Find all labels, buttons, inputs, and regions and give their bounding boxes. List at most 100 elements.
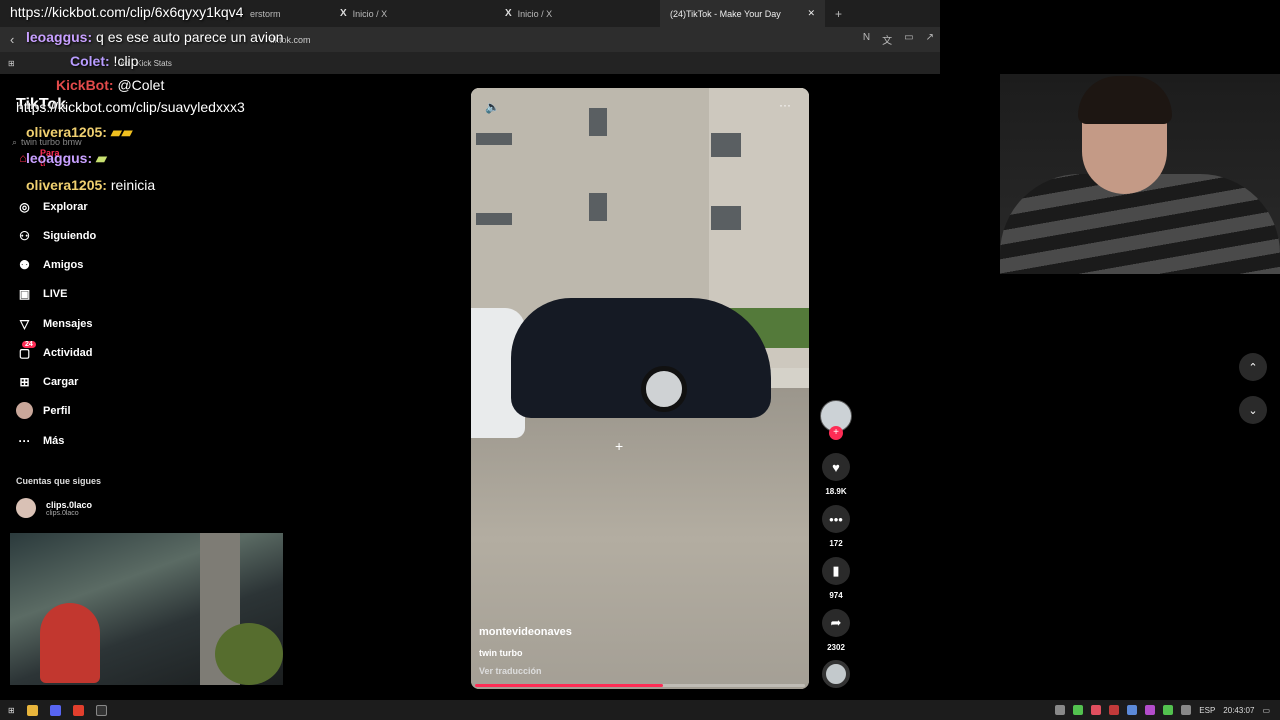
car-emote-icon: ▰▰ xyxy=(106,124,133,140)
chat-line: olivera1205: ▰▰ xyxy=(26,124,133,140)
tray-icon[interactable] xyxy=(1073,705,1084,715)
sidebar-item-explorar[interactable]: ◎ Explorar xyxy=(16,192,87,221)
translate-link[interactable]: Ver traducción xyxy=(479,666,542,676)
video-description: twin turbo xyxy=(479,648,523,658)
system-tray: ESP 20:43:07 ▭ xyxy=(1055,700,1270,720)
sidebar-item-live[interactable]: ▣ LIVE xyxy=(16,279,68,308)
like-count: 18.9K xyxy=(825,487,847,496)
sidebar-item-siguiendo[interactable]: ⚇ Siguiendo xyxy=(16,221,96,250)
sidebar-icon[interactable]: ▭ xyxy=(904,32,913,47)
file-explorer-icon[interactable] xyxy=(26,704,38,716)
browser-tab[interactable]: X Inicio / X xyxy=(330,0,495,27)
notifications-icon[interactable]: ▭ xyxy=(1262,706,1270,715)
x-logo-icon: X xyxy=(505,8,512,19)
person-plus-icon: ⚇ xyxy=(19,228,30,243)
previous-video-button[interactable]: ⌃ xyxy=(1239,353,1267,381)
close-tab-icon[interactable]: ✕ xyxy=(807,8,815,19)
browser-tab-active[interactable]: (24)TikTok - Make Your Day ✕ xyxy=(660,0,825,27)
chat-line: https://kickbot.com/clip/suavyledxxx3 xyxy=(16,99,245,115)
reader-icon[interactable]: Ν xyxy=(863,32,870,47)
video-progress-bar[interactable] xyxy=(475,684,805,687)
like-button[interactable]: ♥ 18.9K xyxy=(820,453,852,496)
search-icon: ⌕ xyxy=(12,136,18,147)
tab-label: Inicio / X xyxy=(517,8,553,19)
music-disc-icon[interactable] xyxy=(822,660,850,688)
screen: erstorm X Inicio / X X Inicio / X (24)Ti… xyxy=(0,0,1280,720)
people-icon: ⚉ xyxy=(19,257,30,272)
chevron-up-icon: ⌃ xyxy=(1248,361,1258,374)
irl-camera-feed xyxy=(10,533,283,685)
video-player[interactable]: 🔈 ··· + montevideonaves twin turbo Ver t… xyxy=(471,88,809,689)
browser-tab[interactable]: X Inicio / X xyxy=(495,0,660,27)
start-icon[interactable]: ⊞ xyxy=(8,706,15,715)
comment-count: 172 xyxy=(829,539,843,548)
translate-icon[interactable]: 文 xyxy=(882,32,892,47)
language-indicator[interactable]: ESP xyxy=(1199,706,1215,715)
chat-line: https://kickbot.com/clip/6x6qyxy1kqv4 xyxy=(10,4,244,20)
sidebar-item-perfil[interactable]: Perfil xyxy=(16,396,71,425)
tab-label: (24)TikTok - Make Your Day xyxy=(670,8,781,19)
tab-label: erstorm xyxy=(250,8,281,19)
video-progress-fill xyxy=(475,684,664,687)
account-name: clips.0laco xyxy=(46,499,93,510)
terminal-icon[interactable] xyxy=(95,704,107,716)
chat-line: Colet: !clip xyxy=(70,53,139,69)
tray-icon[interactable] xyxy=(1109,705,1120,715)
windows-taskbar: ⊞ ESP 20:43:07 ▭ xyxy=(0,700,1280,720)
tray-icon[interactable] xyxy=(1127,705,1138,715)
follow-plus-icon[interactable]: + xyxy=(829,426,843,440)
dots-icon: ··· xyxy=(18,433,31,448)
save-button[interactable]: ▮ 974 xyxy=(820,557,852,600)
chat-line: leoaggus: q es ese auto parece un avion xyxy=(26,29,284,45)
activity-badge: 24 xyxy=(22,341,36,348)
streamer-webcam xyxy=(1000,74,1280,274)
send-icon: ▽ xyxy=(19,316,30,331)
heart-icon: ♥ xyxy=(822,453,850,481)
sidebar-item-amigos[interactable]: ⚉ Amigos xyxy=(16,250,83,279)
account-handle: clips.0laco xyxy=(46,509,79,517)
emote-icon: ▰ xyxy=(92,150,107,166)
toolbar-icons: Ν 文 ▭ ↗ xyxy=(863,32,934,47)
x-logo-icon: X xyxy=(340,8,347,19)
plus-square-icon: ⊞ xyxy=(19,374,30,389)
chat-line: leoaggus: ▰ xyxy=(26,150,107,166)
sidebar-item-mas[interactable]: ··· Más xyxy=(16,426,65,455)
share-arrow-icon: ➦ xyxy=(822,609,850,637)
share-count: 2302 xyxy=(827,643,845,652)
tray-icon[interactable] xyxy=(1145,705,1156,715)
more-options-icon[interactable]: ··· xyxy=(779,98,791,112)
apps-grid-icon[interactable]: ⊞ xyxy=(8,59,15,68)
cursor-crosshair-icon: + xyxy=(615,438,624,454)
car xyxy=(511,298,771,418)
chat-line: olivera1205: reinicia xyxy=(26,177,156,193)
discord-icon[interactable] xyxy=(49,704,61,716)
avatar xyxy=(16,498,36,518)
bookmark-icon: ▮ xyxy=(822,557,850,585)
share-button[interactable]: ➦ 2302 xyxy=(820,609,852,652)
chevron-down-icon: ⌄ xyxy=(1248,404,1258,417)
tray-icon[interactable] xyxy=(1163,705,1174,715)
sidebar-item-mensajes[interactable]: ▽ Mensajes xyxy=(16,309,93,338)
compass-icon: ◎ xyxy=(19,199,30,214)
back-icon[interactable]: ‹ xyxy=(10,32,14,47)
brave-icon[interactable] xyxy=(72,704,84,716)
video-username[interactable]: montevideonaves xyxy=(479,626,572,638)
avatar-icon xyxy=(16,402,33,420)
tray-icon[interactable] xyxy=(1091,705,1102,715)
next-video-button[interactable]: ⌄ xyxy=(1239,396,1267,424)
volume-icon[interactable]: 🔈 xyxy=(485,100,500,114)
tab-label: Inicio / X xyxy=(352,8,388,19)
comment-button[interactable]: ••• 172 xyxy=(820,505,852,548)
tray-icon[interactable] xyxy=(1055,705,1066,715)
bookmarks-bar: ⊞ co - Kick Stats xyxy=(0,52,940,74)
tray-icon[interactable] xyxy=(1181,705,1192,715)
chat-line: KickBot: @Colet xyxy=(56,77,165,93)
sidebar-item-actividad[interactable]: ▢ 24 Actividad xyxy=(16,338,93,367)
share-icon[interactable]: ↗ xyxy=(926,32,934,47)
comment-icon: ••• xyxy=(822,505,850,533)
clock[interactable]: 20:43:07 xyxy=(1223,706,1254,715)
new-tab-icon[interactable]: + xyxy=(825,7,852,21)
save-count: 974 xyxy=(829,591,843,600)
followed-account[interactable]: clips.0laco clips.0laco xyxy=(16,498,92,518)
sidebar-item-cargar[interactable]: ⊞ Cargar xyxy=(16,367,78,396)
